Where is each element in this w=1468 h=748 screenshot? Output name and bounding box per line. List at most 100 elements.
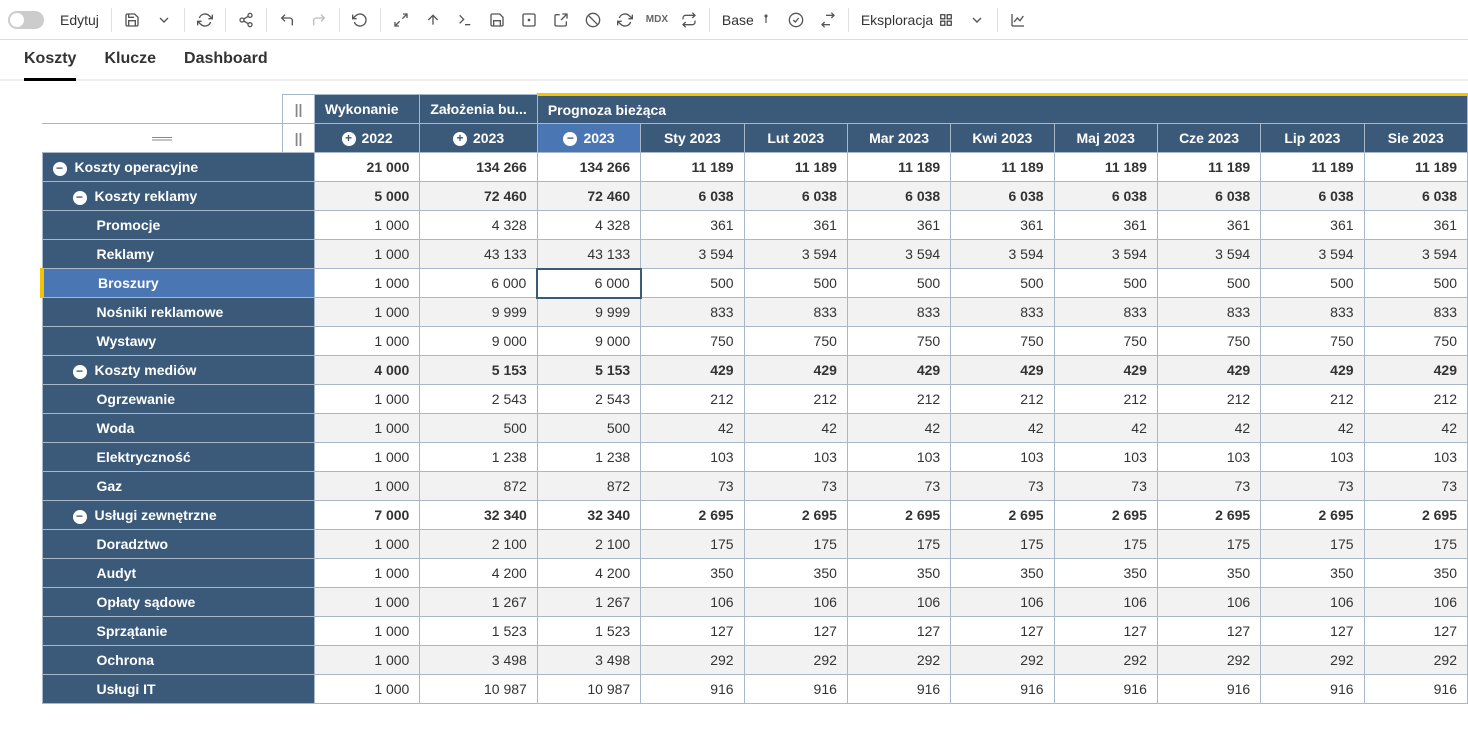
data-cell[interactable]: 833 [641,298,744,327]
data-cell[interactable]: 73 [847,472,950,501]
data-cell[interactable]: 1 000 [314,414,420,443]
data-cell[interactable]: 833 [951,298,1054,327]
resize-handle[interactable]: ══ [42,124,283,153]
data-cell[interactable]: 5 000 [314,182,420,211]
edit-toggle[interactable] [8,11,44,29]
data-cell[interactable]: 1 523 [420,617,537,646]
data-cell[interactable]: 32 340 [537,501,640,530]
data-cell[interactable]: 500 [1054,269,1157,298]
data-cell[interactable]: 212 [1157,385,1260,414]
data-cell[interactable]: 6 038 [744,182,847,211]
data-cell[interactable]: 6 038 [1054,182,1157,211]
data-cell[interactable]: 361 [951,211,1054,240]
data-cell[interactable]: 361 [1364,211,1467,240]
data-cell[interactable]: 127 [1364,617,1467,646]
data-cell[interactable]: 9 000 [420,327,537,356]
data-cell[interactable]: 103 [1157,443,1260,472]
data-cell[interactable]: 11 189 [641,153,744,182]
data-cell[interactable]: 6 038 [1261,182,1364,211]
data-cell[interactable]: 1 238 [537,443,640,472]
data-cell[interactable]: 292 [641,646,744,675]
data-cell[interactable]: 750 [744,327,847,356]
collapse-icon[interactable]: − [53,162,67,176]
data-cell[interactable]: 43 133 [537,240,640,269]
data-cell[interactable]: 833 [1364,298,1467,327]
data-cell[interactable]: 21 000 [314,153,420,182]
data-cell[interactable]: 6 038 [641,182,744,211]
data-cell[interactable]: 10 987 [537,675,640,704]
data-cell[interactable]: 106 [1364,588,1467,617]
row-header[interactable]: −Koszty operacyjne [42,153,314,182]
data-cell[interactable]: 500 [951,269,1054,298]
data-cell[interactable]: 2 695 [1261,501,1364,530]
undo-icon[interactable] [271,4,303,36]
data-cell[interactable]: 4 200 [420,559,537,588]
data-cell[interactable]: 11 189 [1054,153,1157,182]
data-cell[interactable]: 916 [641,675,744,704]
data-cell[interactable]: 175 [951,530,1054,559]
data-cell[interactable]: 212 [1364,385,1467,414]
data-cell[interactable]: 73 [1157,472,1260,501]
collapse-icon[interactable]: − [73,191,87,205]
data-cell[interactable]: 750 [1157,327,1260,356]
data-cell[interactable]: 1 000 [314,385,420,414]
data-cell[interactable]: 103 [951,443,1054,472]
data-cell[interactable]: 292 [1054,646,1157,675]
data-cell[interactable]: 1 000 [314,617,420,646]
upload-icon[interactable] [417,4,449,36]
redo-icon[interactable] [303,4,335,36]
data-cell[interactable]: 1 238 [420,443,537,472]
data-cell[interactable]: 361 [1054,211,1157,240]
data-cell[interactable]: 11 189 [951,153,1054,182]
exploration-dropdown[interactable]: Eksploracja [853,12,961,28]
data-cell[interactable]: 103 [1261,443,1364,472]
data-cell[interactable]: 73 [951,472,1054,501]
data-cell[interactable]: 500 [641,269,744,298]
data-cell[interactable]: 361 [641,211,744,240]
row-header[interactable]: Ogrzewanie [42,385,314,414]
data-cell[interactable]: 6 000 [420,269,537,298]
data-cell[interactable]: 292 [1261,646,1364,675]
data-cell[interactable]: 11 189 [847,153,950,182]
data-cell[interactable]: 872 [420,472,537,501]
data-cell[interactable]: 73 [744,472,847,501]
column-group-header[interactable]: Założenia bu... [420,95,537,124]
row-header[interactable]: Audyt [42,559,314,588]
data-cell[interactable]: 2 695 [1054,501,1157,530]
data-cell[interactable]: 916 [951,675,1054,704]
column-group-header[interactable]: Wykonanie [314,95,420,124]
data-cell[interactable]: 350 [847,559,950,588]
row-header[interactable]: −Koszty mediów [42,356,314,385]
data-cell[interactable]: 3 594 [951,240,1054,269]
collapse-icon[interactable]: − [73,510,87,524]
data-cell[interactable]: 3 498 [537,646,640,675]
data-cell[interactable]: 500 [1261,269,1364,298]
data-cell[interactable]: 5 153 [537,356,640,385]
terminal-icon[interactable] [449,4,481,36]
data-cell[interactable]: 833 [744,298,847,327]
data-cell[interactable]: 4 000 [314,356,420,385]
column-header[interactable]: −2023 [537,124,640,153]
data-cell[interactable]: 42 [1364,414,1467,443]
column-header[interactable]: Lut 2023 [744,124,847,153]
data-cell[interactable]: 11 189 [1364,153,1467,182]
data-cell[interactable]: 3 594 [1261,240,1364,269]
sync-icon[interactable] [609,4,641,36]
data-cell[interactable]: 429 [744,356,847,385]
column-group-header[interactable]: Prognoza bieżąca [537,95,1467,124]
data-cell[interactable]: 350 [951,559,1054,588]
data-cell[interactable]: 1 000 [314,211,420,240]
data-cell[interactable]: 361 [744,211,847,240]
data-cell[interactable]: 103 [1054,443,1157,472]
data-cell[interactable]: 3 594 [847,240,950,269]
data-cell[interactable]: 1 000 [314,327,420,356]
data-cell[interactable]: 292 [744,646,847,675]
data-cell[interactable]: 11 189 [1261,153,1364,182]
data-cell[interactable]: 350 [1054,559,1157,588]
data-cell[interactable]: 3 594 [641,240,744,269]
row-header[interactable]: Promocje [42,211,314,240]
data-cell[interactable]: 175 [1261,530,1364,559]
data-cell[interactable]: 2 543 [420,385,537,414]
data-cell[interactable]: 429 [1261,356,1364,385]
data-cell[interactable]: 2 695 [641,501,744,530]
